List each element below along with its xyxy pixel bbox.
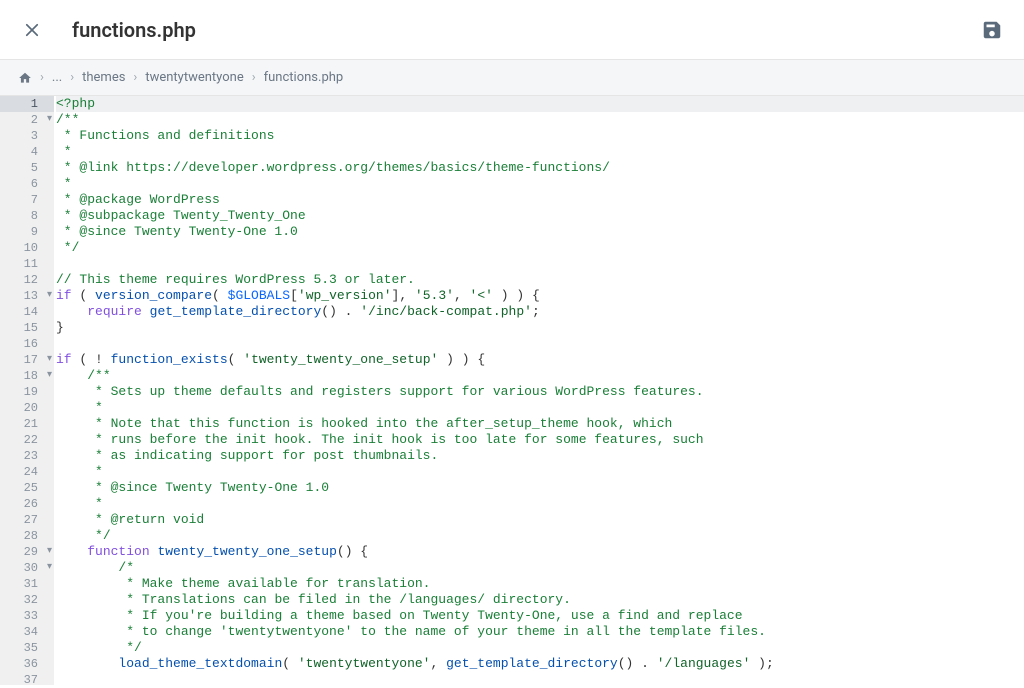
- line-number: 24: [0, 464, 54, 480]
- code-line[interactable]: [56, 256, 1024, 272]
- code-line[interactable]: * to change 'twentytwentyone' to the nam…: [56, 624, 1024, 640]
- line-number: 6: [0, 176, 54, 192]
- chevron-right-icon: ›: [40, 70, 44, 85]
- code-line[interactable]: * runs before the init hook. The init ho…: [56, 432, 1024, 448]
- fold-marker-icon[interactable]: ▾: [47, 352, 52, 368]
- page-title: functions.php: [72, 18, 976, 42]
- code-line[interactable]: * Translations can be filed in the /lang…: [56, 592, 1024, 608]
- close-button[interactable]: [16, 14, 48, 46]
- code-line[interactable]: if ( ! function_exists( 'twenty_twenty_o…: [56, 352, 1024, 368]
- breadcrumb-item[interactable]: twentytwentyone: [145, 70, 243, 85]
- code-line[interactable]: /*: [56, 560, 1024, 576]
- code-line[interactable]: /**: [56, 368, 1024, 384]
- code-line[interactable]: *: [56, 400, 1024, 416]
- line-number: 18▾: [0, 368, 54, 384]
- line-number: 13▾: [0, 288, 54, 304]
- breadcrumb-ellipsis[interactable]: ...: [52, 70, 62, 85]
- fold-marker-icon[interactable]: ▾: [47, 560, 52, 576]
- line-number: 21: [0, 416, 54, 432]
- save-button[interactable]: [976, 14, 1008, 46]
- line-number: 37: [0, 672, 54, 688]
- code-line[interactable]: <?php: [56, 96, 1024, 112]
- code-line[interactable]: */: [56, 528, 1024, 544]
- code-line[interactable]: * Functions and definitions: [56, 128, 1024, 144]
- line-number: 12: [0, 272, 54, 288]
- line-number: 1: [0, 96, 54, 112]
- line-number: 27: [0, 512, 54, 528]
- code-line[interactable]: * @since Twenty Twenty-One 1.0: [56, 480, 1024, 496]
- line-number: 33: [0, 608, 54, 624]
- code-line[interactable]: require get_template_directory() . '/inc…: [56, 304, 1024, 320]
- line-number: 29▾: [0, 544, 54, 560]
- line-number: 30▾: [0, 560, 54, 576]
- line-number: 15: [0, 320, 54, 336]
- code-line[interactable]: if ( version_compare( $GLOBALS['wp_versi…: [56, 288, 1024, 304]
- fold-marker-icon[interactable]: ▾: [47, 288, 52, 304]
- chevron-right-icon: ›: [133, 70, 137, 85]
- code-line[interactable]: */: [56, 640, 1024, 656]
- code-line[interactable]: function twenty_twenty_one_setup() {: [56, 544, 1024, 560]
- code-line[interactable]: [56, 672, 1024, 685]
- line-number: 9: [0, 224, 54, 240]
- code-line[interactable]: * as indicating support for post thumbna…: [56, 448, 1024, 464]
- line-number: 28: [0, 528, 54, 544]
- code-line[interactable]: // This theme requires WordPress 5.3 or …: [56, 272, 1024, 288]
- code-line[interactable]: *: [56, 176, 1024, 192]
- line-number: 26: [0, 496, 54, 512]
- code-line[interactable]: */: [56, 240, 1024, 256]
- line-number: 2▾: [0, 112, 54, 128]
- code-line[interactable]: *: [56, 464, 1024, 480]
- code-line[interactable]: * @return void: [56, 512, 1024, 528]
- code-line[interactable]: *: [56, 496, 1024, 512]
- code-line[interactable]: * Note that this function is hooked into…: [56, 416, 1024, 432]
- line-number: 23: [0, 448, 54, 464]
- line-number: 4: [0, 144, 54, 160]
- chevron-right-icon: ›: [70, 70, 74, 85]
- line-number: 17▾: [0, 352, 54, 368]
- line-number-gutter: 12▾345678910111213▾14151617▾18▾192021222…: [0, 96, 54, 685]
- code-line[interactable]: * Make theme available for translation.: [56, 576, 1024, 592]
- line-number: 34: [0, 624, 54, 640]
- line-number: 22: [0, 432, 54, 448]
- line-number: 31: [0, 576, 54, 592]
- line-number: 19: [0, 384, 54, 400]
- code-line[interactable]: * @subpackage Twenty_Twenty_One: [56, 208, 1024, 224]
- line-number: 35: [0, 640, 54, 656]
- code-line[interactable]: load_theme_textdomain( 'twentytwentyone'…: [56, 656, 1024, 672]
- code-content[interactable]: <?php/** * Functions and definitions * *…: [54, 96, 1024, 685]
- line-number: 16: [0, 336, 54, 352]
- code-line[interactable]: /**: [56, 112, 1024, 128]
- chevron-right-icon: ›: [252, 70, 256, 85]
- code-line[interactable]: * If you're building a theme based on Tw…: [56, 608, 1024, 624]
- code-editor[interactable]: 12▾345678910111213▾14151617▾18▾192021222…: [0, 96, 1024, 685]
- fold-marker-icon[interactable]: ▾: [47, 544, 52, 560]
- line-number: 8: [0, 208, 54, 224]
- line-number: 10: [0, 240, 54, 256]
- code-line[interactable]: * Sets up theme defaults and registers s…: [56, 384, 1024, 400]
- breadcrumb-item[interactable]: functions.php: [264, 70, 344, 85]
- code-line[interactable]: * @package WordPress: [56, 192, 1024, 208]
- fold-marker-icon[interactable]: ▾: [47, 368, 52, 384]
- code-line[interactable]: * @since Twenty Twenty-One 1.0: [56, 224, 1024, 240]
- line-number: 14: [0, 304, 54, 320]
- line-number: 5: [0, 160, 54, 176]
- line-number: 32: [0, 592, 54, 608]
- code-line[interactable]: }: [56, 320, 1024, 336]
- code-line[interactable]: * @link https://developer.wordpress.org/…: [56, 160, 1024, 176]
- line-number: 25: [0, 480, 54, 496]
- breadcrumb: › ... › themes › twentytwentyone › funct…: [0, 60, 1024, 96]
- close-icon: [23, 21, 41, 39]
- code-line[interactable]: *: [56, 144, 1024, 160]
- fold-marker-icon[interactable]: ▾: [47, 112, 52, 128]
- line-number: 11: [0, 256, 54, 272]
- line-number: 7: [0, 192, 54, 208]
- editor-header: functions.php: [0, 0, 1024, 60]
- line-number: 3: [0, 128, 54, 144]
- save-icon: [981, 19, 1003, 41]
- line-number: 20: [0, 400, 54, 416]
- home-icon[interactable]: [18, 71, 32, 85]
- code-line[interactable]: [56, 336, 1024, 352]
- line-number: 36: [0, 656, 54, 672]
- breadcrumb-item[interactable]: themes: [82, 70, 125, 85]
